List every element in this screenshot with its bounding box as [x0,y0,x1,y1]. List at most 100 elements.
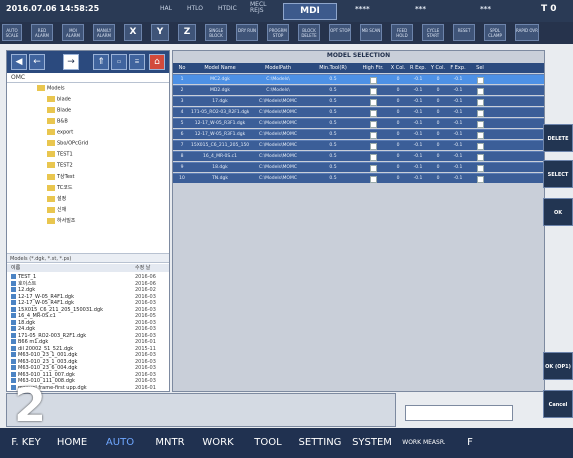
tree-folder[interactable]: export [47,129,73,136]
model-row[interactable]: 2 MD2.dgk C:\Models\ 0.5 0 -0.1 0 -0.1 [173,85,544,95]
toolbar-button-single-block[interactable]: SINGLE BLOCK [205,24,227,41]
tree-folder[interactable]: T상Test [47,173,75,180]
status-htlo: HTLO [187,5,204,12]
tree-folder[interactable]: Blade [47,107,71,114]
tree-folder[interactable]: TC코드 [47,184,72,191]
cnc-screen: 2016.07.06 14:58:25 HAL HTLO HTDIC MECL … [0,0,573,458]
delete-button[interactable]: DELETE [543,124,573,152]
path-field[interactable]: OMC [7,73,169,83]
toolbar-button-progrm-stop[interactable]: PROGRM STOP [267,24,289,41]
upload-icon[interactable]: ⇑ [93,54,109,70]
toolbar-button-red-alarm[interactable]: RED ALARM [31,24,53,41]
tree-folder-label: TC코드 [57,185,73,191]
toolbar-button-man-ly-alarm[interactable]: MAN/LY ALARM [93,24,115,41]
menu-tool[interactable]: TOOL [248,434,288,452]
toolbar-button-feed-hold[interactable]: FEED HOLD [391,24,413,41]
select-checkbox[interactable] [477,99,484,106]
tree-folder[interactable]: blade [47,96,71,103]
toolbar-button-mb-scan[interactable]: MB SCAN [360,24,382,41]
high-feed-checkbox[interactable] [370,165,377,172]
model-row[interactable]: 8 16_4_MR-0S.c1 C:\Models\MOMC 0.5 0 -0.1 0 -0.… [173,151,544,161]
high-feed-checkbox[interactable] [370,154,377,161]
model-row[interactable]: 3 17.dgk C:\Models\MOMC 0.5 0 -0.1 0 -0.1 [173,96,544,106]
menu-setting[interactable]: SETTING [298,434,342,452]
tree-folder[interactable]: 설정 [47,195,66,202]
file-date-header[interactable]: 수정 날 [135,264,150,272]
high-feed-checkbox[interactable] [370,99,377,106]
select-checkbox[interactable] [477,110,484,117]
high-feed-checkbox[interactable] [370,121,377,128]
toolbar-button-cycle-start[interactable]: CYCLE START [422,24,444,41]
status-htdic: HTDIC [218,5,237,12]
menu-home[interactable]: HOME [52,434,92,452]
select-checkbox[interactable] [477,143,484,150]
select-checkbox[interactable] [477,121,484,128]
right-arrow-icon[interactable]: → [63,54,79,70]
model-cell-x: 0 [396,77,400,82]
menu-f-key[interactable]: F. KEY [8,434,44,452]
ok-button[interactable]: OK [543,198,573,226]
tree-folder[interactable]: 하서밀조 [47,217,75,224]
select-checkbox[interactable] [477,88,484,95]
column-header: F Exp. [450,65,466,71]
back-arrow-icon[interactable]: ◀ [11,54,27,70]
toolbar-button-auto-scale[interactable]: AUTO SCALE [2,24,22,41]
high-feed-checkbox[interactable] [370,88,377,95]
list-view-icon[interactable]: ☰ [129,54,145,70]
tree-folder[interactable]: B&B [47,118,68,125]
select-button[interactable]: SELECT [543,160,573,188]
tree-folder[interactable]: 신재 [47,206,66,213]
model-cell-f: -0.1 [453,110,463,115]
toolbar-button-reset[interactable]: RESET [453,24,475,41]
toolbar-button-spdl-clamp[interactable]: SPDL CLAMP [484,24,506,41]
model-row[interactable]: 10 TN.dgk C:\Models\MOMC 0.5 0 -0.1 0 -0.1 [173,173,544,183]
view-mode-icon[interactable]: ▭ [111,54,127,70]
home-folder-icon[interactable]: ⌂ [149,54,165,70]
select-checkbox[interactable] [477,176,484,183]
file-name-header[interactable]: 이름 [11,264,20,272]
model-row[interactable]: 6 12-17_W-05_R3F1.dgk C:\Models\MOMC 0.5 0 -0… [173,129,544,139]
file-icon [11,300,16,305]
file-filter[interactable]: Models (*.dgk, *.st, *.ps) [7,253,169,263]
high-feed-checkbox[interactable] [370,143,377,150]
toolbar-button-block-delete[interactable]: BLOCK DELETE [298,24,320,41]
select-checkbox[interactable] [477,77,484,84]
high-feed-checkbox[interactable] [370,110,377,117]
toolbar-button-opt-stop[interactable]: OPT STOP [329,24,351,41]
menu-mntr[interactable]: MNTR [150,434,190,452]
file-icon [11,332,16,338]
select-checkbox[interactable] [477,132,484,139]
cancel-button[interactable]: Cancel [543,390,573,418]
menu-work-measr-[interactable]: WORK MEASR. [402,434,446,452]
menu-work[interactable]: WORK [196,434,240,452]
toolbar-button-dry-run[interactable]: DRY RUN [236,24,258,41]
model-row[interactable]: 4 171-05_RO2-03_R2F1.dgk C:\Models\MOMC 0.5… [173,107,544,117]
high-feed-checkbox[interactable] [370,77,377,84]
file-icon [11,358,16,364]
menu-f[interactable]: F [458,434,482,452]
toolbar-button-y[interactable]: Y [151,24,169,41]
ok-op1-button[interactable]: OK (OP1) [543,352,573,380]
model-row[interactable]: 9 18.dgk C:\Models\MOMC 0.5 0 -0.1 0 -0.1 [173,162,544,172]
high-feed-checkbox[interactable] [370,176,377,183]
left-arrow-icon[interactable]: ← [29,54,45,70]
tree-folder[interactable]: Models [37,85,65,92]
tree-folder[interactable]: TEST2 [47,162,73,169]
tree-folder[interactable]: TEST1 [47,151,73,158]
toolbar-button-z[interactable]: Z [178,24,196,41]
toolbar-button-moi-alarm[interactable]: MOI ALARM [62,24,84,41]
column-header: High Ftr. [362,65,384,71]
select-checkbox[interactable] [477,154,484,161]
high-feed-checkbox[interactable] [370,132,377,139]
model-row[interactable]: 7 15X015_C6_211_205_150 C:\Models\MOMC 0.5 0… [173,140,544,150]
select-checkbox[interactable] [477,165,484,172]
toolbar-button-x[interactable]: X [124,24,142,41]
toolbar-button-rapid-ovr[interactable]: RAPID OVR [515,24,539,41]
menu-auto[interactable]: AUTO [100,434,140,452]
menu-system[interactable]: SYSTEM [350,434,394,452]
model-row[interactable]: 5 12-17_W-05_R3F1.dgk C:\Models\MOMC 0.5 0 -0… [173,118,544,128]
tree-folder[interactable]: Sbo/OPcGrid [47,140,88,147]
model-cell-x: 0 [396,99,400,104]
command-input[interactable] [405,405,513,421]
model-row[interactable]: 1 MC2.dgk C:\Models\ 0.5 0 -0.1 0 -0.1 [173,74,544,84]
